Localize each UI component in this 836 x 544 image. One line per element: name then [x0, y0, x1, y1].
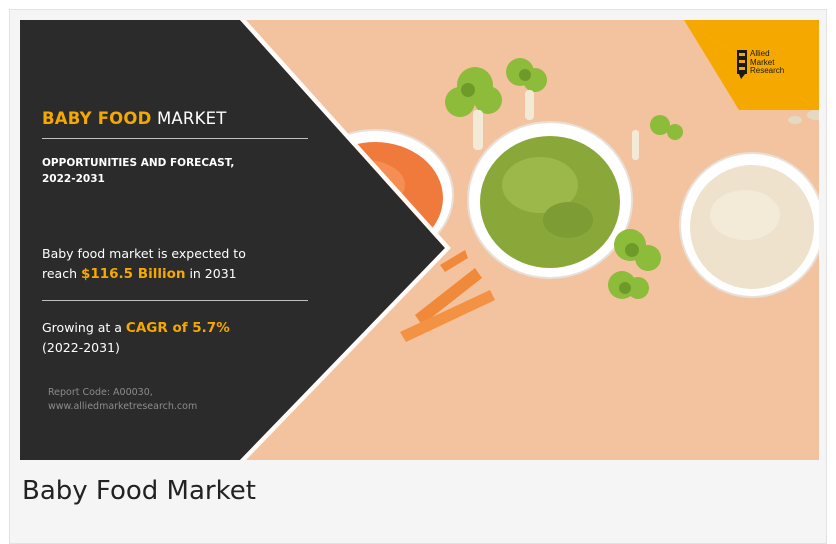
subtitle-line-1: OPPORTUNITIES AND FORECAST, — [42, 157, 235, 169]
market-value-statement: Baby food market is expected to reach $1… — [42, 244, 292, 284]
expected-line-1: Baby food market is expected to — [42, 246, 246, 261]
divider — [42, 300, 308, 301]
cagr-statement: Growing at a CAGR of 5.7% (2022-2031) — [42, 318, 292, 358]
logo-line-3: Research — [750, 66, 785, 75]
report-site-line: www.alliedmarketresearch.com — [48, 401, 198, 412]
image-caption: Baby Food Market — [22, 476, 256, 506]
logo-mark-icon — [737, 50, 747, 79]
infographic-image[interactable]: Allied Market Research BABY FOOD MARKET … — [20, 20, 819, 460]
infographic-title: BABY FOOD MARKET — [42, 109, 227, 128]
cagr-value: CAGR of 5.7% — [125, 320, 230, 336]
title-rest: MARKET — [151, 109, 227, 128]
expected-prefix: reach — [42, 266, 81, 281]
infographic-subtitle: OPPORTUNITIES AND FORECAST, 2022-2031 — [42, 155, 292, 187]
expected-line-2: reach $116.5 Billion in 2031 — [42, 264, 292, 284]
report-code-line: Report Code: A00030, — [48, 387, 153, 398]
report-code: Report Code: A00030, www.alliedmarketres… — [48, 386, 298, 414]
expected-suffix: in 2031 — [185, 266, 237, 281]
subtitle-line-2: 2022-2031 — [42, 173, 105, 185]
title-highlight: BABY FOOD — [42, 109, 152, 128]
market-value: $116.5 Billion — [80, 266, 186, 282]
divider — [42, 138, 308, 139]
cagr-period: (2022-2031) — [42, 340, 120, 355]
cagr-line-1: Growing at a CAGR of 5.7% — [42, 318, 292, 338]
cagr-prefix: Growing at a — [42, 320, 126, 335]
